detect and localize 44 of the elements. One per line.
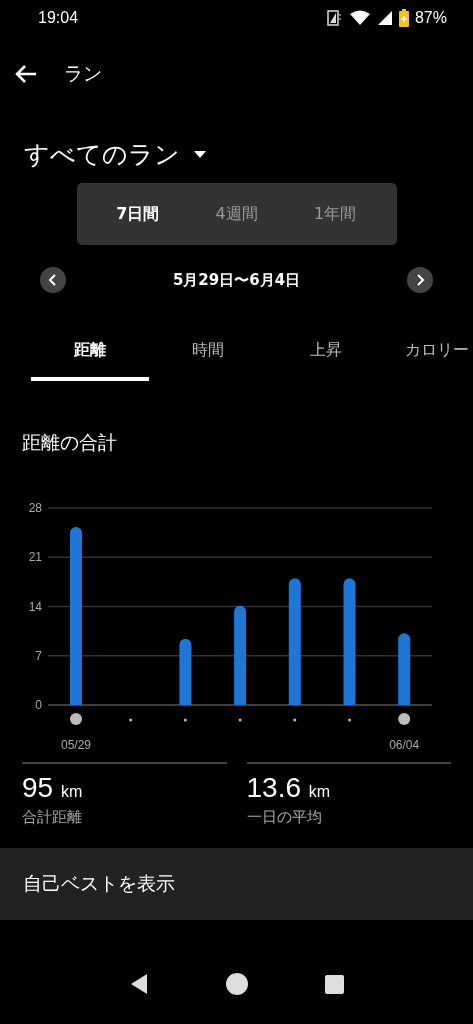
day-marker-icon <box>398 713 411 725</box>
personal-best-button[interactable]: 自己ベストを表示 <box>0 848 473 920</box>
home-nav-icon[interactable] <box>226 973 248 995</box>
day-marker-icon <box>70 713 82 725</box>
day-dot-icon <box>293 718 297 722</box>
recents-nav-icon[interactable] <box>325 974 345 994</box>
signal-icon <box>376 10 393 26</box>
wifi-icon <box>348 10 371 26</box>
metric-tab[interactable]: カロリー <box>385 329 469 381</box>
y-axis-label: 14 <box>28 599 42 614</box>
period-tab[interactable]: 7日間 <box>88 183 188 245</box>
battery-saver-icon <box>326 10 343 26</box>
chart-title: 距離の合計 <box>22 431 117 453</box>
battery-icon <box>398 9 409 27</box>
stat-value: 13.6 km <box>246 772 332 804</box>
period-tab[interactable]: 4週間 <box>187 183 286 245</box>
previous-chevron-icon[interactable] <box>40 267 66 293</box>
y-axis-label: 7 <box>35 648 42 663</box>
battery-percent: 87% <box>414 9 447 27</box>
metric-tab[interactable]: 時間 <box>149 329 267 381</box>
period-tab[interactable]: 1年間 <box>285 183 385 245</box>
y-axis-label: 28 <box>28 501 42 515</box>
day-dot-icon <box>238 718 242 722</box>
activity-filter-dropdown[interactable]: すべてのラン <box>24 138 206 171</box>
clock: 19:04 <box>38 9 79 27</box>
x-axis-label: 06/04 <box>389 738 420 752</box>
stat-value: 95 km <box>22 772 84 804</box>
day-dot-icon <box>129 718 133 722</box>
stat-label: 一日の平均 <box>246 808 323 827</box>
y-axis-label: 0 <box>35 698 42 712</box>
screen-title: ラン <box>64 61 102 86</box>
stat-label: 合計距離 <box>22 808 83 827</box>
bar <box>398 633 411 705</box>
next-chevron-icon[interactable] <box>407 267 433 293</box>
date-range: 5月29日〜6月4日 <box>172 270 301 290</box>
back-arrow-icon[interactable] <box>14 64 38 84</box>
x-axis-label: 05/29 <box>61 738 91 752</box>
y-axis-label: 21 <box>28 550 42 565</box>
metric-tab[interactable]: 上昇 <box>267 329 385 381</box>
day-dot-icon <box>183 718 187 722</box>
bar <box>179 638 192 705</box>
dropdown-caret-icon <box>194 151 206 158</box>
day-dot-icon <box>348 718 351 722</box>
metric-tab[interactable]: 距離 <box>31 329 149 381</box>
